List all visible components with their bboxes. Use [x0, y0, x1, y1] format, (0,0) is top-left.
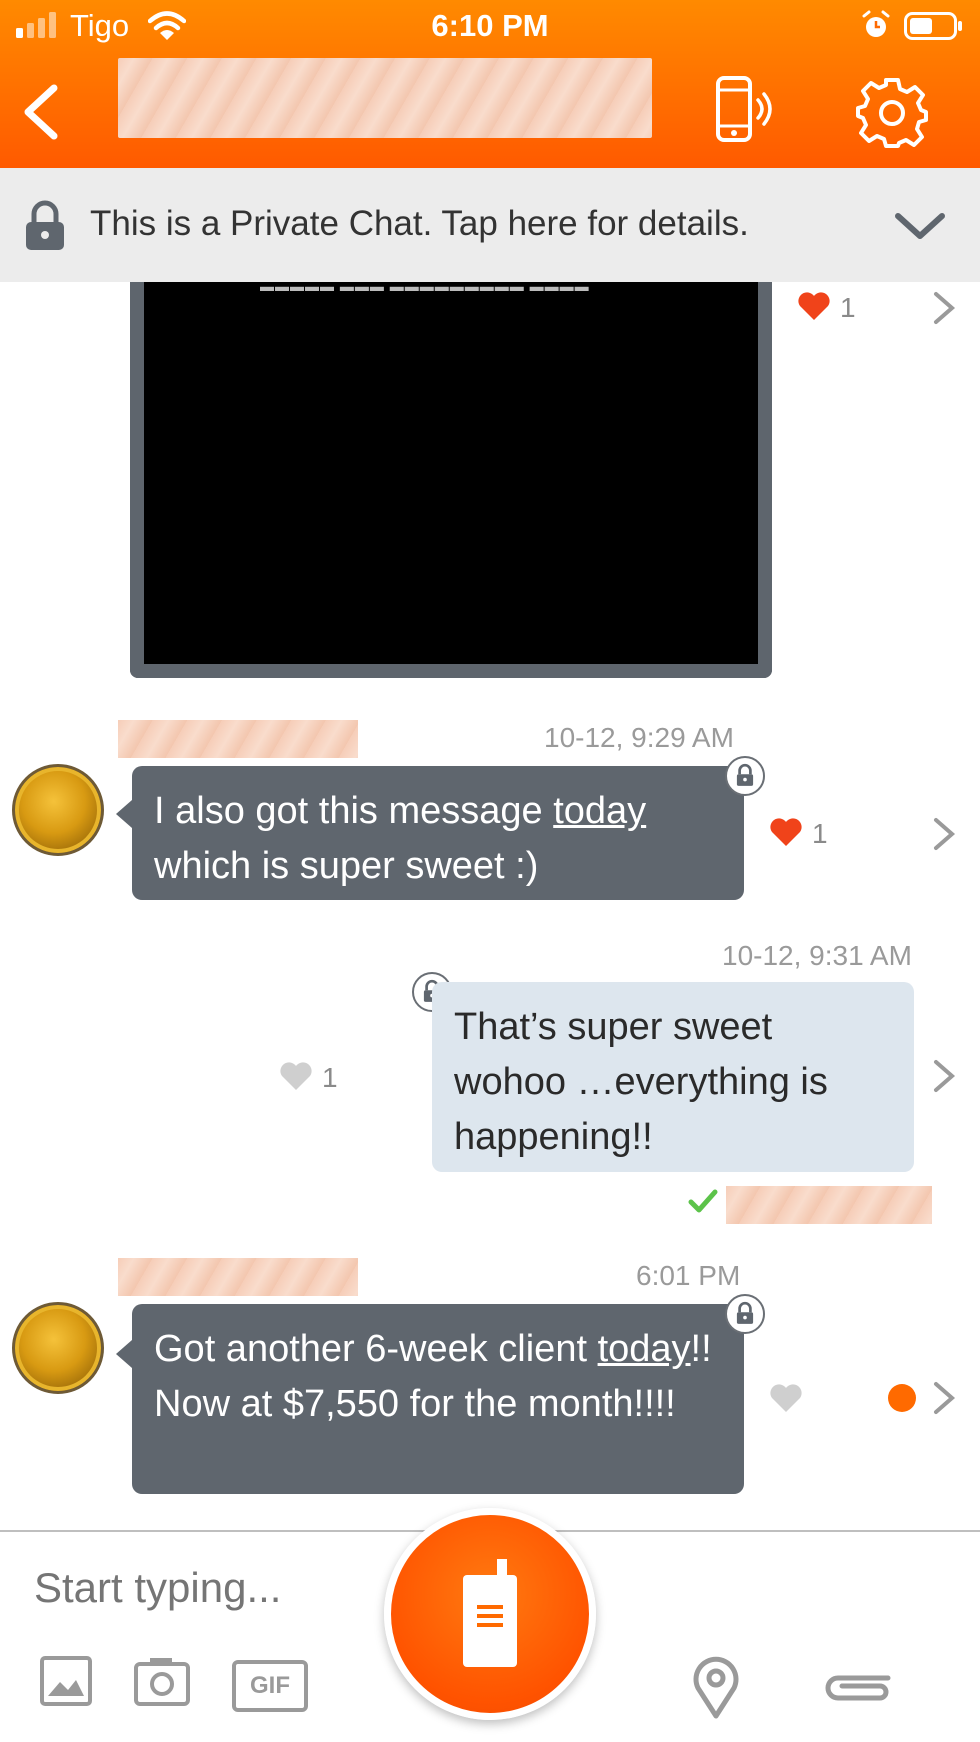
message-link[interactable]: today	[598, 1328, 691, 1370]
lock-badge-icon	[725, 756, 765, 796]
alarm-icon	[862, 10, 890, 37]
redacted-read-receipt	[726, 1186, 932, 1224]
gif-button[interactable]: GIF	[232, 1660, 308, 1712]
chevron-right-icon[interactable]	[932, 1058, 956, 1094]
message-link[interactable]: today	[553, 790, 646, 832]
settings-gear-icon[interactable]	[856, 76, 928, 148]
status-time: 6:10 PM	[431, 8, 549, 43]
message-input[interactable]	[34, 1560, 354, 1616]
like-count: 1	[812, 818, 828, 849]
video-caption-fragment: ▬▬▬▬▬ ▬▬▬ ▬▬▬▬▬▬▬▬▬ ▬▬▬▬	[260, 278, 590, 294]
photo-gallery-icon[interactable]	[38, 1652, 98, 1712]
private-chat-banner[interactable]: This is a Private Chat. Tap here for det…	[0, 168, 980, 282]
message-timestamp: 6:01 PM	[636, 1260, 741, 1291]
camera-icon[interactable]	[132, 1652, 192, 1712]
message-timestamp: 10-12, 9:31 AM	[722, 940, 912, 971]
message-text: I also got this message	[154, 790, 554, 832]
chevron-right-icon[interactable]	[932, 816, 956, 852]
avatar[interactable]	[12, 764, 104, 856]
heart-icon[interactable]	[768, 816, 804, 848]
heart-icon[interactable]	[796, 290, 832, 322]
delivered-check-icon	[688, 1189, 718, 1213]
back-chevron-icon[interactable]	[14, 80, 70, 144]
lock-icon	[26, 200, 64, 250]
like-count: 1	[840, 292, 856, 323]
message-text: Got another 6-week client	[154, 1328, 598, 1370]
outgoing-message-bubble[interactable]: That’s super sweet wohoo …everything is …	[432, 982, 914, 1172]
paperclip-icon[interactable]	[818, 1664, 894, 1708]
video-message[interactable]	[130, 282, 772, 678]
walkie-talkie-button[interactable]	[384, 1508, 596, 1720]
status-bar: Tigo 6:10 PM	[0, 0, 980, 54]
heart-outline-icon[interactable]	[278, 1060, 314, 1092]
walkie-talkie-icon	[463, 1559, 517, 1667]
banner-text: This is a Private Chat. Tap here for det…	[90, 204, 749, 243]
incoming-message-bubble[interactable]: I also got this message today which is s…	[132, 766, 744, 900]
bubble-tail	[116, 800, 132, 828]
redacted-sender-name	[118, 1258, 358, 1296]
battery-icon	[904, 12, 962, 40]
message-text-continued: which is super sweet :)	[154, 845, 539, 887]
chevron-down-icon[interactable]	[892, 208, 948, 244]
location-pin-icon[interactable]	[688, 1656, 744, 1720]
heart-outline-icon[interactable]	[768, 1382, 804, 1414]
message-text: That’s super sweet wohoo …everything is …	[454, 1006, 828, 1158]
avatar[interactable]	[12, 1302, 104, 1394]
unread-dot	[888, 1384, 916, 1412]
redacted-chat-title	[118, 58, 652, 138]
lock-badge-icon	[725, 1294, 765, 1334]
like-count: 1	[322, 1062, 338, 1093]
phone-ring-icon[interactable]	[712, 74, 780, 144]
chevron-right-icon[interactable]	[932, 290, 956, 326]
incoming-message-bubble[interactable]: Got another 6-week client today!! Now at…	[132, 1304, 744, 1494]
chevron-right-icon[interactable]	[932, 1380, 956, 1416]
bubble-tail	[116, 1340, 132, 1368]
message-timestamp: 10-12, 9:29 AM	[544, 722, 734, 753]
redacted-sender-name	[118, 720, 358, 758]
chat-header: Tigo 6:10 PM	[0, 0, 980, 168]
